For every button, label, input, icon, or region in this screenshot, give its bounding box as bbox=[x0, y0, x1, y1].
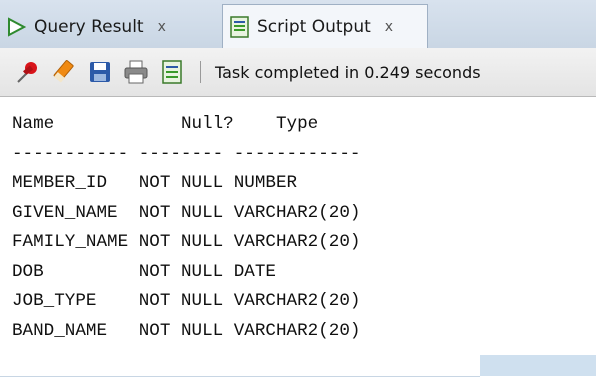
divider: ------------ bbox=[233, 143, 361, 164]
toolbar-separator bbox=[200, 61, 201, 83]
header-row: Name Null? Type bbox=[12, 110, 596, 140]
null-value: NOT NULL bbox=[138, 173, 224, 193]
pin-icon[interactable] bbox=[14, 58, 42, 86]
divider: -------- bbox=[138, 143, 224, 164]
table-row: GIVEN_NAME NOT NULL VARCHAR2(20) bbox=[12, 199, 596, 229]
pane-bottom-edge bbox=[0, 355, 480, 377]
background-edge bbox=[0, 355, 596, 377]
null-value: NOT NULL bbox=[138, 320, 224, 341]
tab-label: Query Result bbox=[34, 17, 144, 37]
close-icon[interactable]: x bbox=[158, 19, 166, 35]
table-row: MEMBER_ID NOT NULL NUMBER bbox=[12, 169, 596, 199]
close-icon[interactable]: x bbox=[385, 19, 393, 35]
column-name: MEMBER_ID bbox=[12, 173, 108, 193]
tab-query-result[interactable]: Query Result x bbox=[0, 7, 216, 47]
column-header-null: Null? bbox=[180, 114, 234, 134]
divider-row: ----------- -------- ------------ bbox=[12, 140, 596, 170]
null-value: NOT NULL bbox=[138, 291, 224, 311]
describe-output: Name Null? Type ----------- -------- ----… bbox=[0, 97, 596, 346]
eraser-icon[interactable] bbox=[50, 58, 78, 86]
type-value: VARCHAR2(20) bbox=[233, 291, 361, 311]
table-row: BAND_NAME NOT NULL VARCHAR2(20) bbox=[12, 317, 596, 347]
null-value: NOT NULL bbox=[138, 202, 224, 223]
table-row: FAMILY_NAME NOT NULL VARCHAR2(20) bbox=[12, 228, 596, 258]
column-name: GIVEN_NAME bbox=[12, 202, 118, 223]
script-output-pane[interactable]: Name Null? Type ----------- -------- ----… bbox=[0, 97, 596, 355]
print-icon[interactable] bbox=[122, 58, 150, 86]
column-name: FAMILY_NAME bbox=[12, 232, 129, 252]
null-value: NOT NULL bbox=[138, 232, 224, 252]
script-icon bbox=[229, 15, 251, 38]
table-row: DOB NOT NULL DATE bbox=[12, 258, 596, 288]
type-value: NUMBER bbox=[233, 173, 298, 193]
column-name: BAND_NAME bbox=[12, 320, 108, 341]
column-name: JOB_TYPE bbox=[12, 291, 97, 311]
table-row: JOB_TYPE NOT NULL VARCHAR2(20) bbox=[12, 287, 596, 317]
tab-script-output[interactable]: Script Output x bbox=[222, 4, 428, 48]
status-text: Task completed in 0.249 seconds bbox=[215, 62, 481, 82]
column-name: DOB bbox=[12, 261, 44, 282]
type-value: DATE bbox=[233, 261, 276, 282]
divider: ----------- bbox=[12, 143, 129, 164]
tab-label: Script Output bbox=[257, 16, 371, 37]
null-value: NOT NULL bbox=[138, 261, 224, 282]
tab-strip: Query Result x Script Output x bbox=[0, 0, 596, 49]
play-icon bbox=[6, 16, 28, 38]
toolbar: Task completed in 0.249 seconds bbox=[0, 48, 596, 97]
column-header-type: Type bbox=[275, 114, 319, 134]
type-value: VARCHAR2(20) bbox=[233, 232, 361, 252]
script-icon[interactable] bbox=[158, 58, 186, 86]
type-value: VARCHAR2(20) bbox=[233, 320, 361, 341]
column-header-name: Name bbox=[12, 114, 55, 134]
save-icon[interactable] bbox=[86, 58, 114, 86]
type-value: VARCHAR2(20) bbox=[233, 202, 361, 223]
